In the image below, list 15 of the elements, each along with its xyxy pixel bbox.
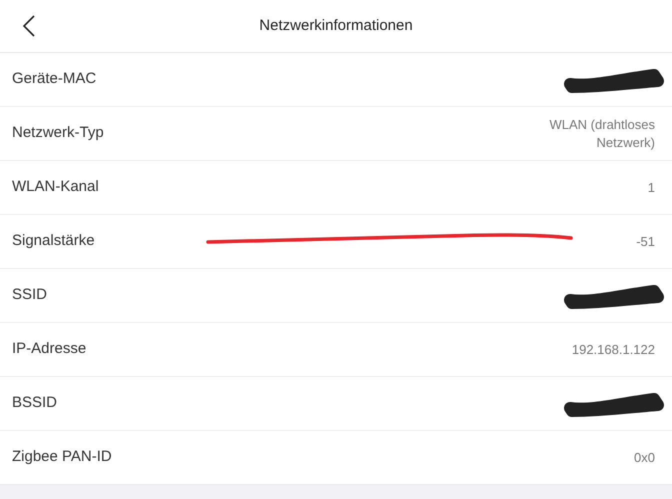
row-label: Geräte-MAC bbox=[12, 69, 96, 90]
row-label: BSSID bbox=[12, 393, 58, 414]
row-value: WLAN (drahtloses Netzwerk) bbox=[548, 116, 655, 152]
row-value: 0x0 bbox=[634, 448, 655, 466]
page-title: Netzwerkinformationen bbox=[259, 16, 413, 36]
row-label: SSID bbox=[12, 285, 48, 306]
row-value: -51 bbox=[636, 232, 655, 250]
row-value: 1 bbox=[648, 178, 655, 196]
row-label: IP-Adresse bbox=[12, 339, 86, 360]
row-label: Zigbee PAN-ID bbox=[12, 447, 112, 468]
row-label: Netzwerk-Typ bbox=[12, 123, 104, 144]
row-label: WLAN-Kanal bbox=[12, 177, 99, 198]
row-label: Signalstärke bbox=[12, 231, 95, 252]
row-value: 192.168.1.122 bbox=[572, 340, 655, 358]
back-icon bbox=[23, 15, 35, 37]
